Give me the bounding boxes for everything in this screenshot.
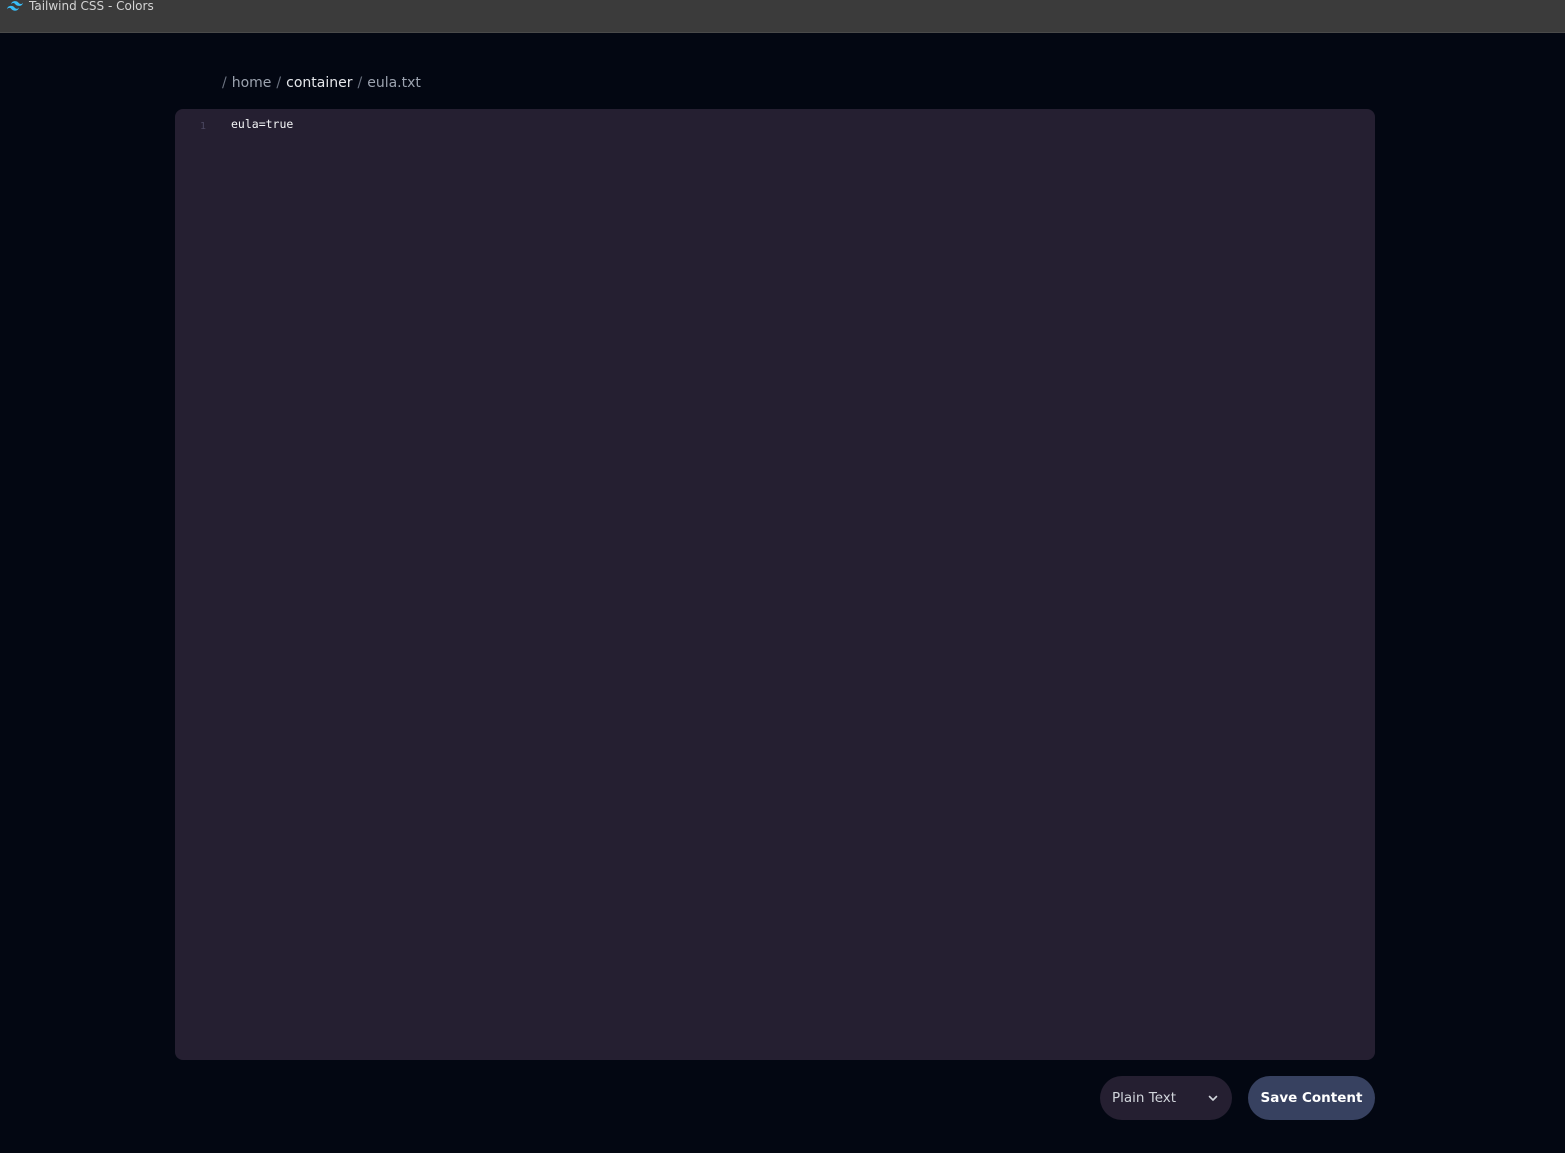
language-select-value: Plain Text xyxy=(1112,1090,1177,1106)
breadcrumb-item-home[interactable]: home xyxy=(232,75,272,91)
breadcrumb-item-file: eula.txt xyxy=(367,75,421,91)
window-title: Tailwind CSS - Colors xyxy=(29,0,154,13)
code-editor[interactable]: 1 eula=true xyxy=(175,109,1375,1060)
window-titlebar: Tailwind CSS - Colors xyxy=(0,0,1565,33)
breadcrumb-separator: / xyxy=(222,75,227,91)
breadcrumb: / home / container / eula.txt xyxy=(222,74,421,92)
editor-gutter: 1 xyxy=(175,109,221,1060)
code-line[interactable]: eula=true xyxy=(231,116,293,132)
tailwind-logo-icon xyxy=(7,0,29,12)
breadcrumb-separator: / xyxy=(276,75,282,91)
save-content-button[interactable]: Save Content xyxy=(1248,1076,1375,1120)
language-select[interactable]: Plain Text xyxy=(1100,1076,1232,1120)
line-number: 1 xyxy=(199,121,206,132)
breadcrumb-item-container[interactable]: container xyxy=(286,75,352,91)
breadcrumb-separator: / xyxy=(357,75,363,91)
chevron-down-icon xyxy=(1208,1095,1218,1101)
